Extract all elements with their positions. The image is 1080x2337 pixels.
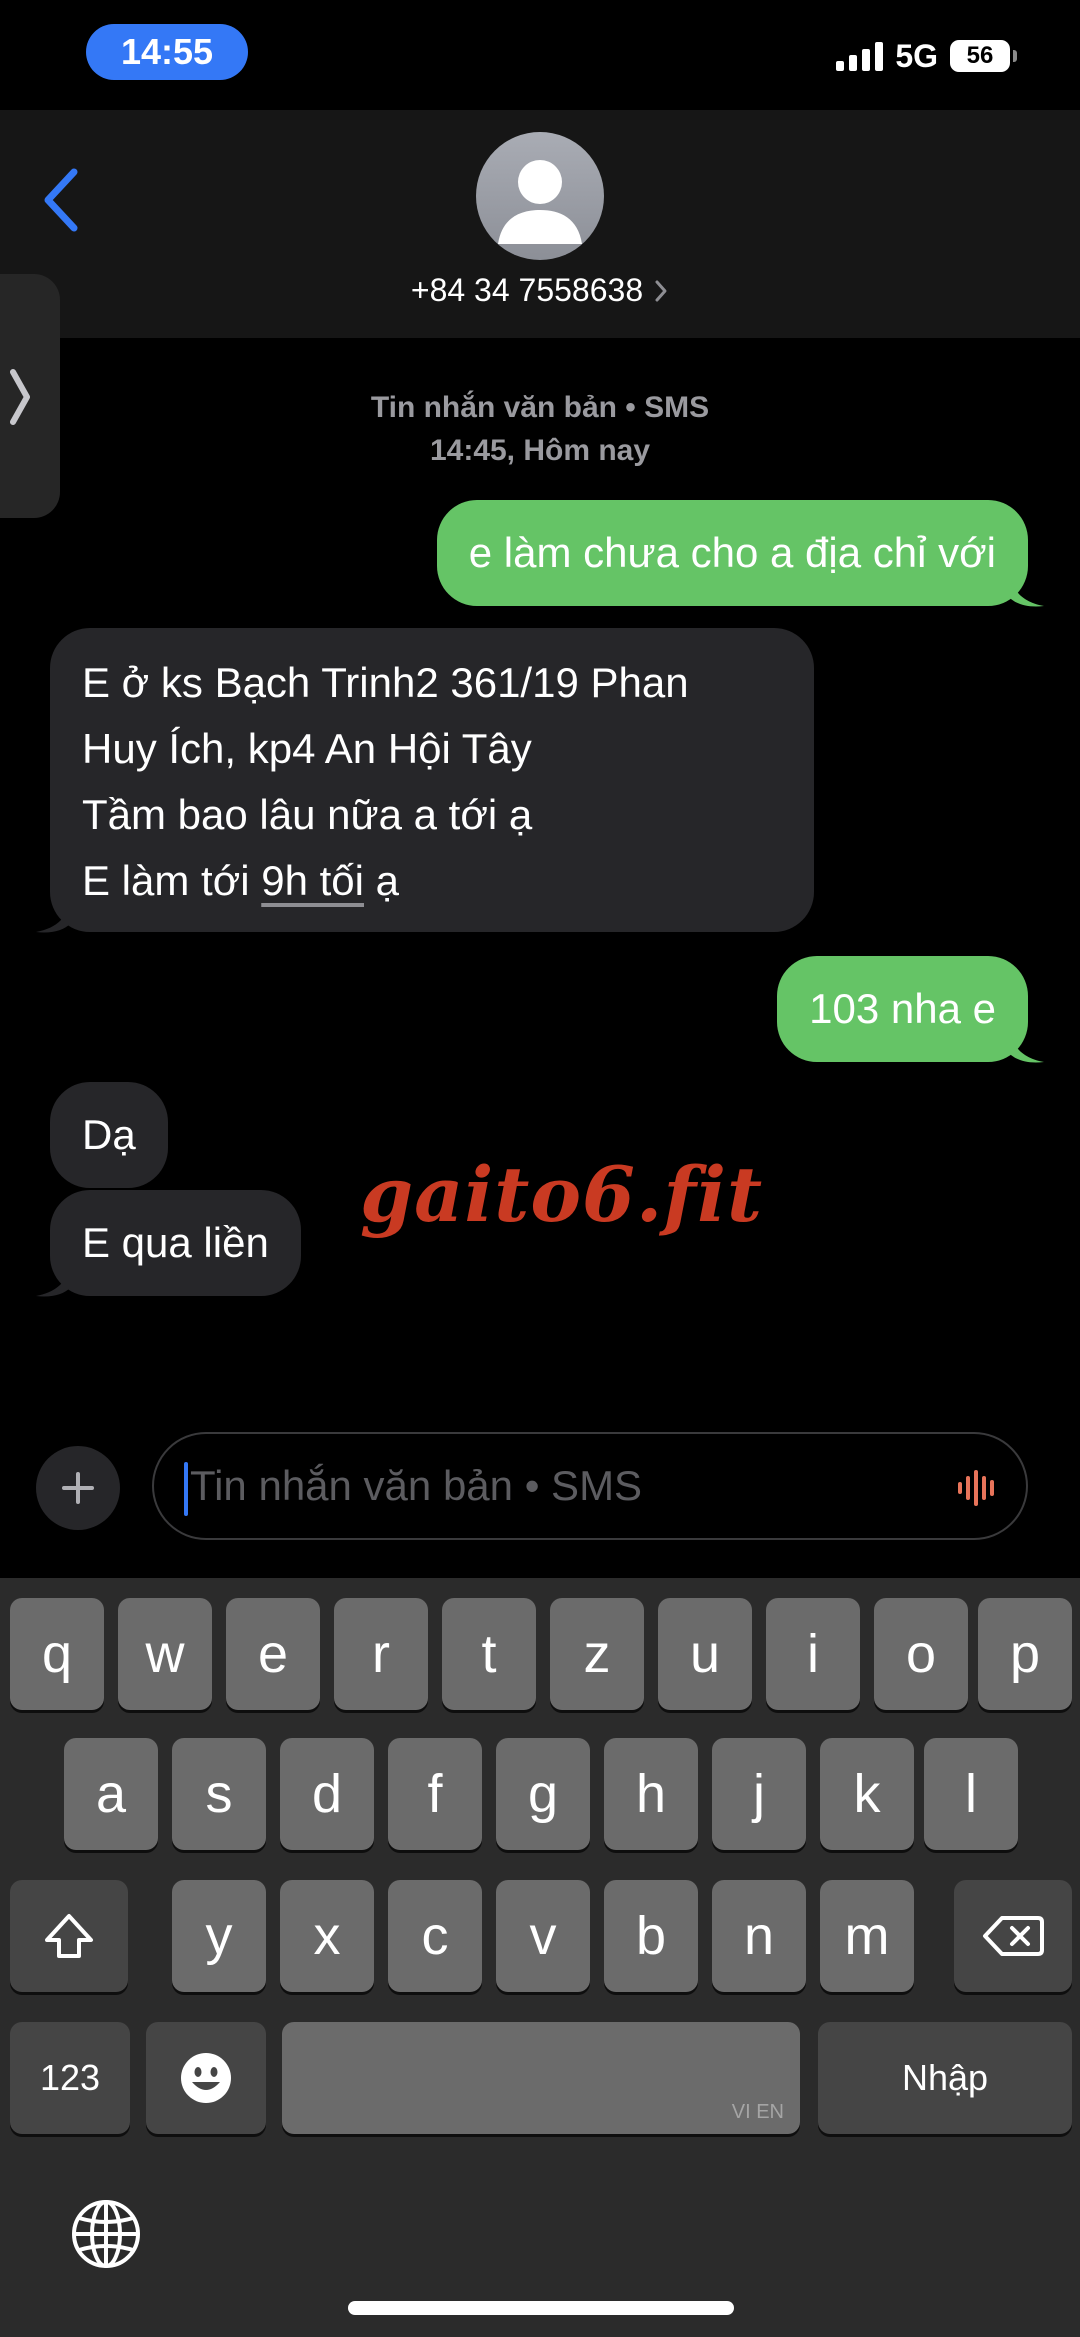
outgoing-message[interactable]: e làm chưa cho a địa chỉ với (436, 500, 1028, 606)
message-text: E làm tới (82, 857, 262, 904)
bubble-tail (1010, 574, 1044, 607)
key-d[interactable]: d (280, 1738, 374, 1850)
key-p[interactable]: p (978, 1598, 1072, 1710)
avatar[interactable] (476, 132, 604, 260)
shift-key[interactable] (10, 1880, 128, 1992)
key-j[interactable]: j (712, 1738, 806, 1850)
message-text: E qua liền (82, 1219, 269, 1266)
battery-icon: 56 (950, 40, 1017, 72)
message-type-label: Tin nhắn văn bản • SMS (370, 391, 710, 424)
key-h[interactable]: h (604, 1738, 698, 1850)
return-key-label: Nhập (901, 2057, 989, 2098)
key-t[interactable]: t (442, 1598, 536, 1710)
key-g[interactable]: g (496, 1738, 590, 1850)
shift-icon (45, 1914, 93, 1958)
thread-meta: Tin nhắn văn bản • SMS 14:45, Hôm nay (0, 386, 1080, 472)
globe-icon[interactable] (70, 2198, 142, 2270)
keyboard-language-tag: VI EN (731, 2101, 784, 2123)
add-attachment-button[interactable] (36, 1446, 120, 1530)
chevron-right-icon (655, 280, 667, 301)
key-k[interactable]: k (820, 1738, 914, 1850)
waveform-icon[interactable] (956, 1468, 1000, 1508)
message-timestamp: 14:45, Hôm nay (429, 434, 651, 467)
key-b[interactable]: b (604, 1880, 698, 1992)
cellular-signal-icon (836, 41, 884, 71)
watermark: gaito6.fit (360, 1150, 764, 1239)
key-f[interactable]: f (388, 1738, 482, 1850)
space-bar[interactable]: VI EN (282, 2022, 800, 2134)
person-icon (498, 160, 582, 244)
keyboard: q w e r t z u i o p a s d f g h j k l y … (0, 1578, 1080, 2337)
emoji-key[interactable] (146, 2022, 266, 2134)
message-text: 103 nha e (809, 985, 996, 1032)
detected-time-link[interactable]: 9h tối (261, 857, 364, 904)
incoming-message[interactable]: E ở ks Bạch Trinh2 361/19 Phan Huy Ích, … (50, 628, 814, 932)
key-o[interactable]: o (874, 1598, 968, 1710)
message-text: ạ (364, 857, 400, 904)
message-input[interactable]: Tin nhắn văn bản • SMS (152, 1432, 1028, 1540)
home-indicator[interactable] (348, 2301, 734, 2315)
key-s[interactable]: s (172, 1738, 266, 1850)
conversation-header: +84 34 7558638 (0, 110, 1080, 338)
key-i[interactable]: i (766, 1598, 860, 1710)
message-text: e làm chưa cho a địa chỉ với (468, 529, 996, 576)
key-r[interactable]: r (334, 1598, 428, 1710)
back-chevron-icon[interactable] (36, 160, 86, 240)
contact-name-button[interactable]: +84 34 7558638 (0, 272, 1080, 309)
backspace-key[interactable] (954, 1880, 1072, 1992)
numbers-key[interactable]: 123 (10, 2022, 130, 2134)
key-w[interactable]: w (118, 1598, 212, 1710)
key-l[interactable]: l (924, 1738, 1018, 1850)
key-y[interactable]: y (172, 1880, 266, 1992)
backspace-icon (983, 1916, 1044, 1956)
status-time: 14:55 (86, 24, 248, 80)
key-a[interactable]: a (64, 1738, 158, 1850)
key-n[interactable]: n (712, 1880, 806, 1992)
key-m[interactable]: m (820, 1880, 914, 1992)
incoming-message[interactable]: Dạ (50, 1082, 168, 1188)
numbers-key-label: 123 (39, 2057, 101, 2098)
key-e[interactable]: e (226, 1598, 320, 1710)
emoji-icon (181, 2053, 231, 2103)
key-q[interactable]: q (10, 1598, 104, 1710)
key-v[interactable]: v (496, 1880, 590, 1992)
message-input-placeholder: Tin nhắn văn bản • SMS (190, 1462, 643, 1509)
network-type: 5G (895, 37, 938, 74)
message-line: E làm tới 9h tối ạ (82, 848, 782, 914)
key-u[interactable]: u (658, 1598, 752, 1710)
plus-icon (62, 1472, 94, 1504)
text-caret (184, 1462, 188, 1516)
message-text: Dạ (82, 1111, 136, 1158)
message-line: Tầm bao lâu nữa a tới ạ (82, 791, 533, 838)
outgoing-message[interactable]: 103 nha e (777, 956, 1028, 1062)
return-key[interactable]: Nhập (818, 2022, 1072, 2134)
key-x[interactable]: x (280, 1880, 374, 1992)
battery-level: 56 (966, 42, 994, 69)
key-c[interactable]: c (388, 1880, 482, 1992)
status-indicators: 5G 56 (836, 36, 1017, 76)
bubble-tail (36, 900, 70, 933)
message-line: E ở ks Bạch Trinh2 361/19 Phan (82, 659, 689, 706)
key-z[interactable]: z (550, 1598, 644, 1710)
incoming-message[interactable]: E qua liền (50, 1190, 301, 1296)
contact-number: +84 34 7558638 (410, 272, 644, 308)
bubble-tail (36, 1264, 70, 1297)
message-line: Huy Ích, kp4 An Hội Tây (82, 725, 532, 772)
bubble-tail (1010, 1030, 1044, 1063)
